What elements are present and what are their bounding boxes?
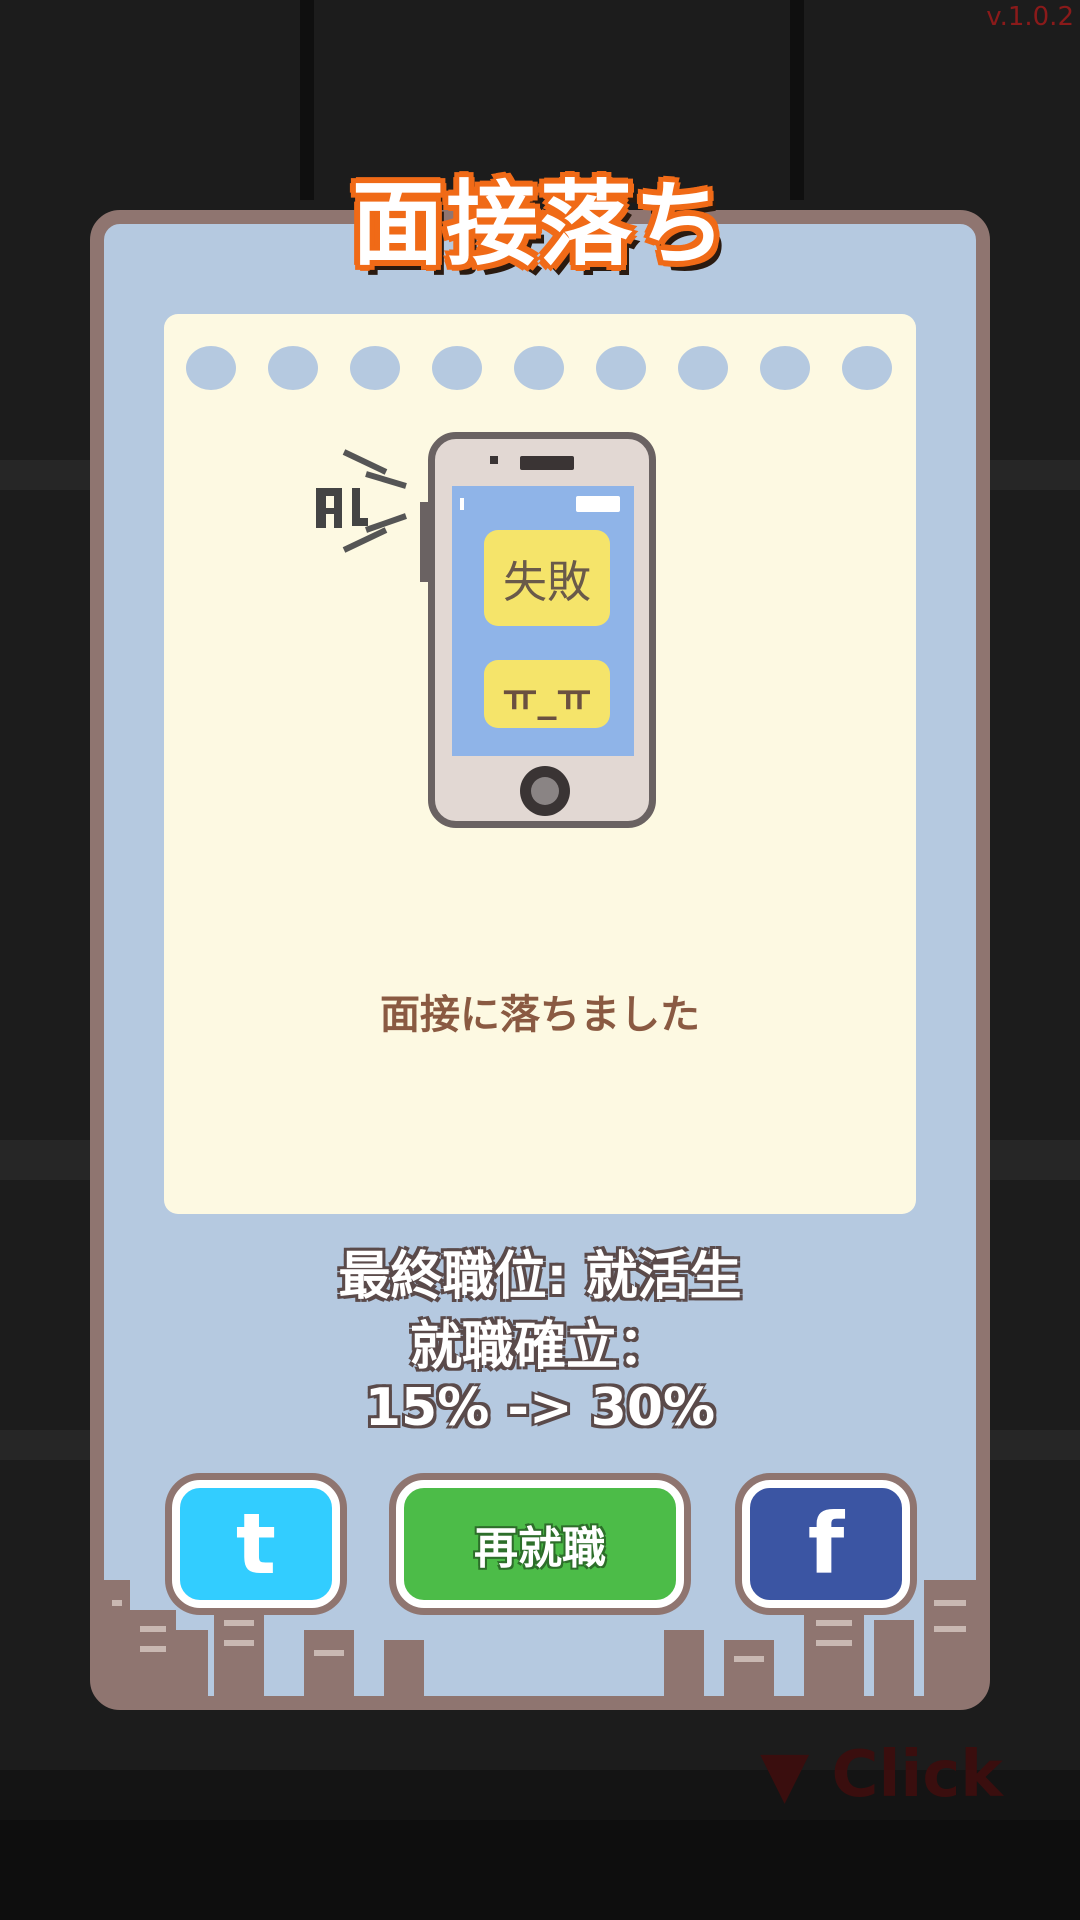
phone-side-button [420,502,430,582]
notepad-hole [350,346,400,390]
final-position-text: 最終職位: 就活生 [338,1247,742,1307]
phone-camera [490,456,498,464]
facebook-share-button[interactable]: f [742,1480,910,1608]
notepad-hole [760,346,810,390]
twitter-share-button[interactable]: t [172,1480,340,1608]
notepad-hole [678,346,728,390]
phone-speaker [520,456,574,470]
message-bubble-fail: 失敗 [484,530,610,626]
notepad-hole [186,346,236,390]
page-title: 面接落ち [351,171,728,278]
phone-ringing-icon [316,449,407,553]
facebook-icon: f [807,1495,845,1593]
footer-dark [0,1820,1080,1920]
phone-home-button [520,766,570,816]
employment-label: 就職確立： [409,1317,670,1377]
battery-icon [576,496,620,512]
notepad-hole [842,346,892,390]
notepad-hole [268,346,318,390]
signal-icon [460,498,484,510]
notepad-hole [596,346,646,390]
result-message: 面接に落ちました [380,992,700,1038]
message-bubble-crying: ㅠ_ㅠ [484,660,610,728]
retry-button[interactable]: 再就職 [396,1480,684,1608]
employment-change: 15% -> 30% [364,1378,716,1438]
click-hint[interactable]: ▼ Click [760,1738,1003,1812]
notepad-hole [514,346,564,390]
twitter-icon: t [235,1495,277,1593]
notepad-hole [432,346,482,390]
version-label: v.1.0.2 [986,2,1074,32]
